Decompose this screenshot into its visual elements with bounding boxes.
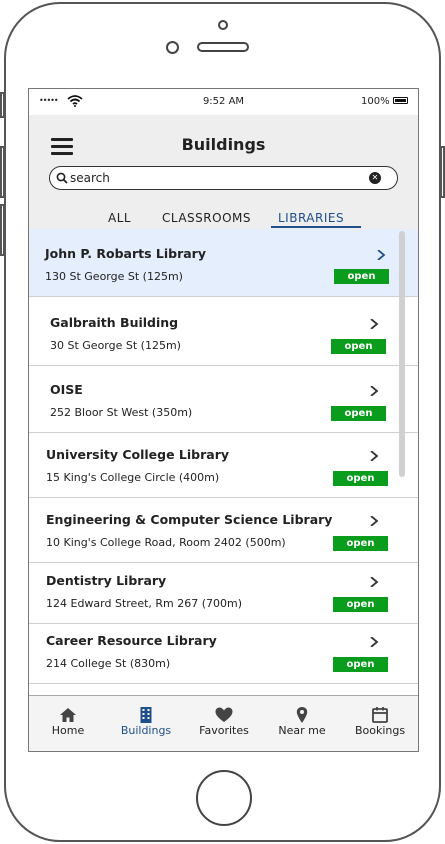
status-bar: ••••• 9:52 AM 100%	[29, 89, 418, 115]
tabbar-home[interactable]: Home	[29, 696, 107, 751]
building-name: Galbraith Building	[50, 315, 179, 330]
status-badge: open	[334, 269, 389, 284]
active-tab-indicator	[271, 226, 361, 228]
status-badge: open	[333, 597, 388, 612]
clear-search-icon[interactable]: ✕	[369, 172, 381, 184]
mute-switch	[0, 92, 5, 118]
chevron-right-icon	[370, 319, 379, 329]
building-address: 30 St George St (125m)	[50, 339, 181, 352]
building-name: OISE	[50, 382, 83, 397]
search-bar: ✕	[49, 166, 398, 190]
tab-libraries[interactable]: LIBRARIES	[278, 211, 344, 225]
tabbar-label: Buildings	[120, 724, 172, 737]
heart-icon	[215, 707, 233, 722]
battery-percent: 100%	[361, 96, 390, 107]
front-camera	[166, 41, 179, 54]
building-address: 10 King's College Road, Room 2402 (500m)	[46, 536, 286, 549]
tab-classrooms[interactable]: CLASSROOMS	[162, 211, 251, 225]
list-item[interactable]: Engineering & Computer Science Library 1…	[29, 498, 418, 563]
screen: ••••• 9:52 AM 100% Buildings ✕ ALL CLASS…	[28, 88, 419, 752]
building-name: Dentistry Library	[46, 573, 167, 588]
list-item[interactable]: Career Resource Library 214 College St (…	[29, 624, 418, 684]
list-item[interactable]: Galbraith Building 30 St George St (125m…	[29, 297, 418, 366]
building-name: John P. Robarts Library	[45, 246, 206, 261]
status-badge: open	[333, 536, 388, 551]
location-pin-icon	[296, 707, 308, 723]
power-button	[440, 146, 445, 198]
battery-icon	[393, 97, 408, 104]
home-icon	[60, 708, 76, 722]
tabbar-label: Bookings	[354, 724, 406, 737]
app-header: Buildings ✕ ALL CLASSROOMS LIBRARIES	[29, 115, 418, 229]
building-name: Engineering & Computer Science Library	[46, 512, 333, 527]
tabbar-near-me[interactable]: Near me	[263, 696, 341, 751]
volume-up-button	[0, 146, 5, 198]
status-badge: open	[331, 339, 386, 354]
building-name: Career Resource Library	[46, 633, 217, 648]
building-address: 130 St George St (125m)	[45, 270, 183, 283]
status-badge: open	[333, 657, 388, 672]
tabbar-label: Home	[51, 724, 85, 737]
list-item[interactable]: OISE 252 Bloor St West (350m) open	[29, 366, 418, 433]
tabbar-buildings[interactable]: Buildings	[107, 696, 185, 751]
tab-all[interactable]: ALL	[108, 211, 131, 225]
building-list: John P. Robarts Library 130 St George St…	[29, 229, 418, 695]
list-item[interactable]: Dentistry Library 124 Edward Street, Rm …	[29, 563, 418, 624]
category-tabs: ALL CLASSROOMS LIBRARIES	[29, 209, 418, 229]
building-icon	[140, 707, 152, 723]
tabbar-label: Near me	[278, 724, 326, 737]
building-address: 15 King's College Circle (400m)	[46, 471, 220, 484]
volume-down-button	[0, 204, 5, 256]
building-address: 252 Bloor St West (350m)	[50, 406, 193, 419]
calendar-icon	[372, 707, 388, 723]
chevron-right-icon	[370, 451, 379, 461]
tabbar-favorites[interactable]: Favorites	[185, 696, 263, 751]
chevron-right-icon	[370, 516, 379, 526]
proximity-sensor	[218, 20, 228, 30]
status-time: 9:52 AM	[202, 96, 245, 107]
chevron-right-icon	[370, 386, 379, 396]
earpiece-speaker	[197, 42, 249, 52]
status-badge: open	[333, 471, 388, 486]
building-address: 214 College St (830m)	[46, 657, 171, 670]
list-scrollbar[interactable]	[399, 231, 405, 477]
bottom-tab-bar: Home Buildings Favorites Near me Booking…	[29, 695, 418, 751]
search-input[interactable]	[70, 170, 360, 186]
list-item[interactable]: University College Library 15 King's Col…	[29, 433, 418, 498]
hardware-home-button[interactable]	[196, 770, 252, 826]
tabbar-bookings[interactable]: Bookings	[341, 696, 418, 751]
chevron-right-icon	[370, 577, 379, 587]
tabbar-label: Favorites	[199, 724, 249, 737]
search-icon	[56, 172, 68, 184]
building-address: 124 Edward Street, Rm 267 (700m)	[46, 597, 243, 610]
page-title: Buildings	[181, 135, 266, 154]
chevron-right-icon	[370, 637, 379, 647]
status-badge: open	[331, 406, 386, 421]
building-name: University College Library	[46, 447, 230, 462]
list-item[interactable]: John P. Robarts Library 130 St George St…	[29, 229, 418, 297]
chevron-right-icon	[377, 250, 386, 260]
